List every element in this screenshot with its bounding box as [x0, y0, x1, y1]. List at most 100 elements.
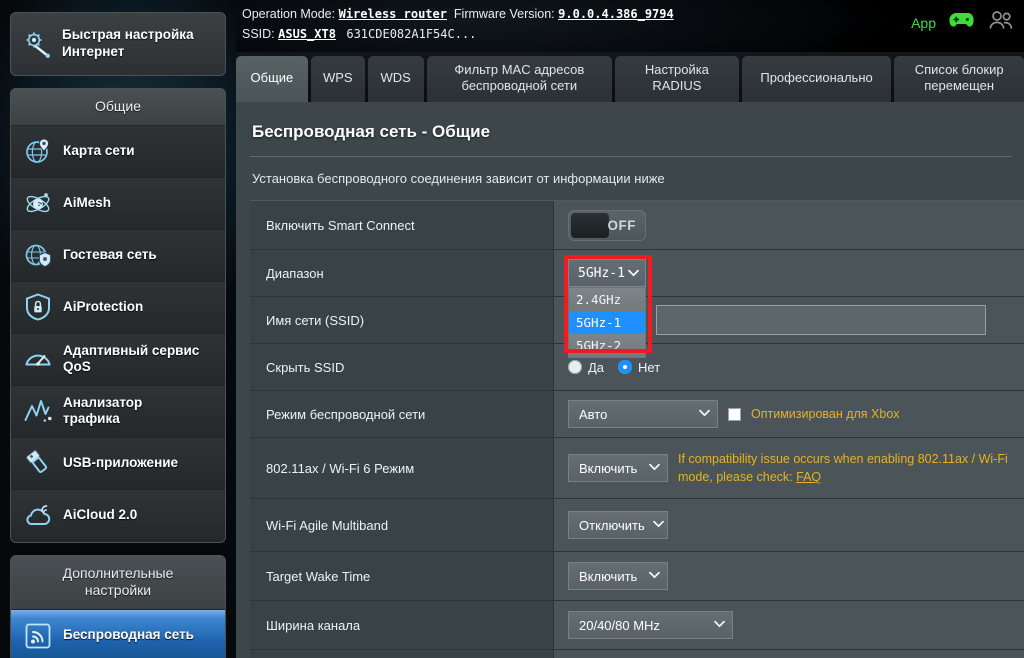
- channel-bandwidth-select[interactable]: 20/40/80 MHz: [568, 611, 733, 639]
- sidebar-item-label: AiMesh: [63, 194, 112, 210]
- operation-mode-value[interactable]: Wireless router: [339, 7, 447, 21]
- sidebar-item-wireless[interactable]: Беспроводная сеть: [11, 609, 225, 658]
- sidebar-item-aiprotection[interactable]: AiProtection: [11, 281, 225, 334]
- wifi6-mode-select[interactable]: Включить: [568, 454, 668, 482]
- agile-multiband-value: Отключить: [579, 517, 645, 533]
- gamepad-icon[interactable]: [949, 11, 975, 34]
- hide-ssid-radio-no[interactable]: Нет: [618, 360, 660, 375]
- row-agile-multiband: Wi-Fi Agile Multiband Отключить: [250, 498, 1024, 551]
- xbox-optimized-label: Оптимизирован для Xbox: [751, 407, 900, 421]
- band-option-selected[interactable]: 5GHz-1: [569, 311, 645, 334]
- sidebar-item-aimesh[interactable]: AiMesh: [11, 177, 225, 230]
- tab-roaming-block-list[interactable]: Список блокир перемещен: [894, 56, 1024, 102]
- xbox-optimized-checkbox[interactable]: [728, 407, 741, 421]
- target-wake-time-select[interactable]: Включить: [568, 562, 668, 590]
- label-ssid: Имя сети (SSID): [250, 297, 554, 343]
- band-select-button[interactable]: 5GHz-1: [568, 259, 646, 287]
- sidebar-item-label: Адаптивный сервис QoS: [63, 342, 200, 374]
- row-channel-bandwidth: Ширина канала 20/40/80 MHz: [250, 600, 1024, 649]
- chevron-down-icon: [714, 619, 725, 631]
- control-band: 5GHz-1 2.4GHz 5GHz-1 5GHz-2: [554, 250, 1024, 358]
- header-ssid-line: SSID: ASUS_XT8 631CDE082A1F54C...: [242, 27, 476, 41]
- wifi6-hint-line2: mode, please check: FAQ: [678, 468, 1008, 486]
- sidebar-item-traffic-analyzer[interactable]: Анализатор трафика: [11, 385, 225, 438]
- row-target-wake-time: Target Wake Time Включить: [250, 551, 1024, 600]
- sidebar: Быстрая настройка Интернет Общие Карта се…: [0, 0, 236, 658]
- tab-professional[interactable]: Профессионально: [741, 56, 892, 102]
- wireless-mode-select[interactable]: Авто: [568, 400, 718, 428]
- wifi6-hint-line1: If compatibility issue occurs when enabl…: [678, 451, 1008, 466]
- faq-link[interactable]: FAQ: [796, 470, 821, 484]
- tab-label: Фильтр MAC адресов беспроводной сети: [454, 62, 585, 93]
- app-link[interactable]: App: [911, 15, 936, 31]
- tab-wds[interactable]: WDS: [367, 56, 424, 102]
- sidebar-item-label: Гостевая сеть: [63, 246, 157, 262]
- label-channel-bandwidth: Ширина канала: [250, 601, 554, 649]
- band-dropdown[interactable]: 5GHz-1 2.4GHz 5GHz-1 5GHz-2: [564, 255, 652, 358]
- sidebar-item-network-map[interactable]: Карта сети: [11, 125, 225, 178]
- firmware-version-value[interactable]: 9.0.0.4.386_9794: [558, 7, 674, 21]
- agile-multiband-select[interactable]: Отключить: [568, 511, 668, 539]
- guest-network-icon: [23, 240, 53, 270]
- router-admin-page: Быстрая настройка Интернет Общие Карта се…: [0, 0, 1024, 658]
- operation-mode-label: Operation Mode:: [242, 7, 336, 21]
- band-option-list[interactable]: 2.4GHz 5GHz-1 5GHz-2: [568, 287, 646, 358]
- band-option[interactable]: 5GHz-2: [569, 334, 645, 357]
- ssid-label: SSID:: [242, 27, 275, 41]
- hide-ssid-radio-group: Да Нет: [568, 360, 660, 375]
- tab-mac-filter[interactable]: Фильтр MAC адресов беспроводной сети: [426, 56, 613, 102]
- qos-gauge-icon: [23, 344, 53, 374]
- label-smart-connect: Включить Smart Connect: [250, 201, 554, 249]
- row-wireless-mode: Режим беспроводной сети Авто Оптимизиров…: [250, 390, 1024, 437]
- label-channel: Канал: [250, 650, 554, 658]
- aiprotection-shield-icon: [23, 292, 53, 322]
- sidebar-advanced-group: Дополнительные настройки Беспроводная сет…: [10, 554, 226, 658]
- wireless-mode-value: Авто: [579, 406, 608, 422]
- ssid-value[interactable]: ASUS_XT8: [278, 27, 336, 41]
- sidebar-item-guest-network[interactable]: Гостевая сеть: [11, 229, 225, 282]
- chevron-down-icon: [628, 266, 639, 281]
- sidebar-quick-setup-card[interactable]: Быстрая настройка Интернет: [10, 12, 226, 76]
- chevron-down-icon: [652, 519, 664, 531]
- row-channel: Канал Auto Текущий канал управления: 8: [250, 649, 1024, 658]
- page-description: Установка беспроводного соединения завис…: [252, 171, 665, 186]
- sidebar-item-label: Карта сети: [63, 142, 135, 158]
- smart-connect-toggle[interactable]: OFF: [568, 209, 646, 241]
- label-hide-ssid: Скрыть SSID: [250, 344, 554, 390]
- sidebar-quick-setup-label: Быстрая настройка Интернет: [62, 27, 194, 59]
- sidebar-item-label: USB-приложение: [63, 454, 179, 470]
- tab-label: Профессионально: [760, 69, 873, 85]
- sidebar-item-aicloud[interactable]: AiCloud 2.0: [11, 489, 225, 542]
- tab-label: WPS: [322, 69, 353, 85]
- tab-general[interactable]: Общие: [236, 56, 308, 102]
- tab-wps[interactable]: WPS: [310, 56, 365, 102]
- page-title: Беспроводная сеть - Общие: [252, 122, 491, 141]
- wifi6-hint-prefix: mode, please check:: [678, 470, 797, 484]
- hide-ssid-radio-yes[interactable]: Да: [568, 360, 604, 375]
- mac-value: 631CDE082A1F54C...: [346, 27, 477, 41]
- sidebar-item-usb-application[interactable]: USB-приложение: [11, 437, 225, 490]
- usb-application-icon: [23, 448, 53, 478]
- band-selected-value: 5GHz-1: [578, 265, 625, 281]
- top-header: Operation Mode: Wireless router Firmware…: [236, 0, 1024, 52]
- row-wifi6-mode: 802.11ax / Wi-Fi 6 Режим Включить If com…: [250, 437, 1024, 498]
- band-option[interactable]: 2.4GHz: [569, 288, 645, 311]
- control-target-wake-time: Включить: [554, 552, 1024, 600]
- chevron-down-icon: [649, 570, 660, 582]
- firmware-label: Firmware Version:: [453, 7, 555, 21]
- users-icon[interactable]: [988, 10, 1014, 35]
- control-channel-bandwidth: 20/40/80 MHz: [554, 601, 1024, 649]
- tab-label: WDS: [380, 69, 411, 85]
- toggle-knob: [570, 211, 610, 239]
- radio-label: Нет: [638, 359, 661, 375]
- radio-icon-selected: [618, 360, 633, 374]
- sidebar-item-quick-setup[interactable]: Быстрая настройка Интернет: [11, 13, 225, 75]
- ssid-input[interactable]: [656, 305, 986, 335]
- control-wireless-mode: Авто Оптимизирован для Xbox: [554, 391, 1024, 437]
- tab-radius[interactable]: Настройка RADIUS: [615, 56, 739, 102]
- sidebar-item-adaptive-qos[interactable]: Адаптивный сервис QoS: [11, 333, 225, 386]
- target-wake-time-value: Включить: [579, 568, 638, 584]
- radio-label: Да: [588, 359, 605, 375]
- control-smart-connect: OFF: [554, 201, 1024, 249]
- sidebar-item-label: AiCloud 2.0: [63, 507, 138, 523]
